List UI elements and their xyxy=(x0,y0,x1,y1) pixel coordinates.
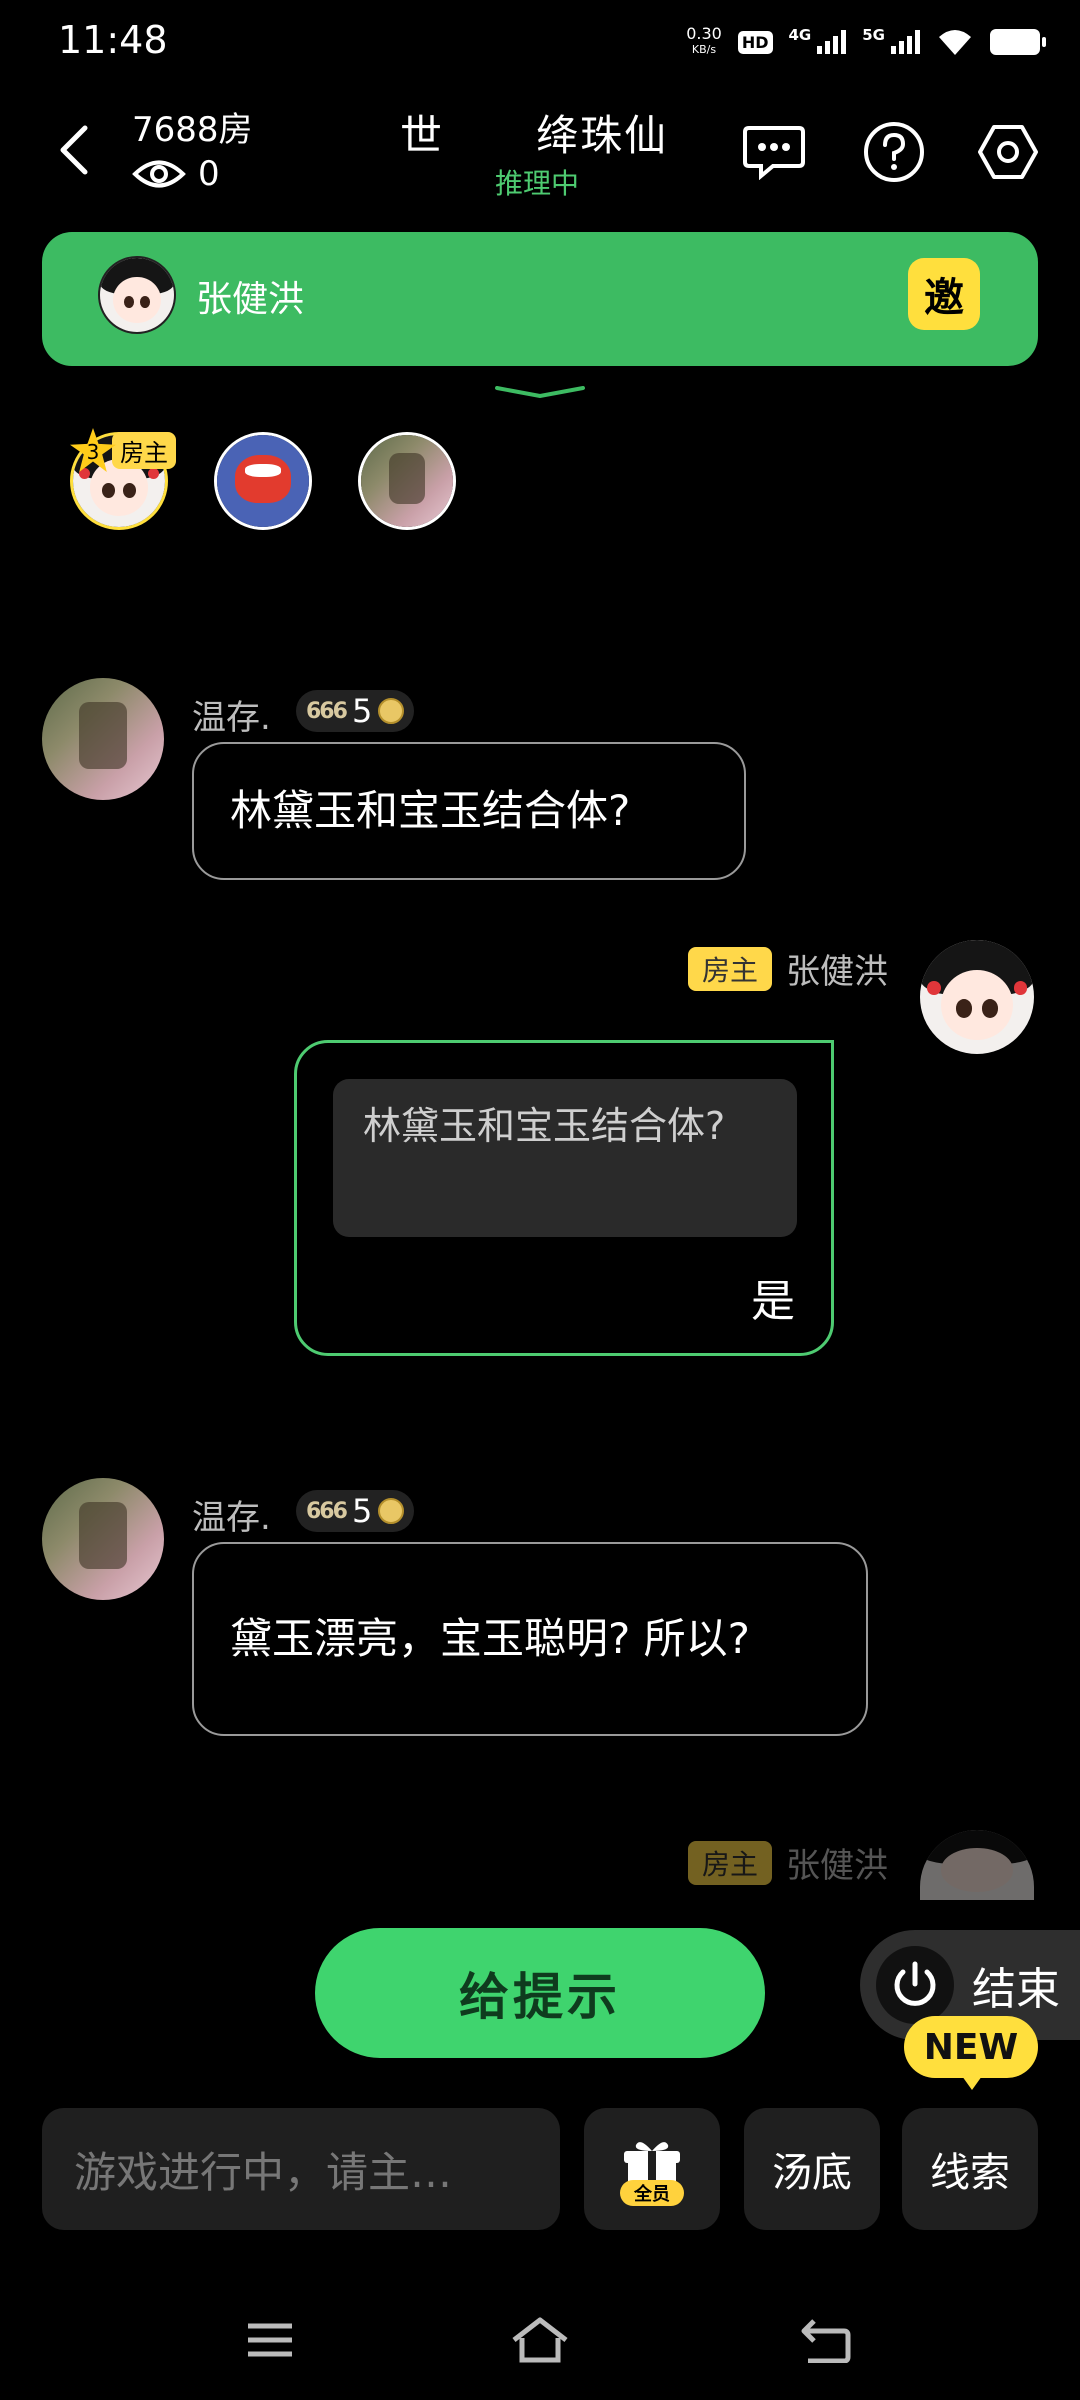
host-tag: 房主 xyxy=(687,1840,772,1885)
answer-card: 林黛玉和宝玉结合体? 是 xyxy=(294,1040,834,1356)
host-avatar[interactable] xyxy=(98,256,176,334)
sim1-label: 4G xyxy=(788,26,812,44)
clue-button[interactable]: 线索 xyxy=(902,2108,1038,2230)
settings-button[interactable] xyxy=(976,120,1040,184)
menu-button[interactable] xyxy=(240,2310,300,2370)
soup-answer-button[interactable]: 汤底 xyxy=(744,2108,880,2230)
hint-button[interactable]: 给提示 xyxy=(315,1928,765,2058)
net-speed-value: 0.30 xyxy=(686,24,722,43)
level-rings-icon: 666 xyxy=(306,1498,348,1524)
power-icon xyxy=(876,1946,954,2024)
home-button[interactable] xyxy=(510,2310,570,2370)
help-button[interactable] xyxy=(862,120,926,184)
status-time: 11:48 xyxy=(58,18,168,62)
eye-icon xyxy=(132,160,186,188)
signal-icon xyxy=(817,30,847,54)
quoted-question: 林黛玉和宝玉结合体? xyxy=(333,1079,797,1237)
chat-bubble-icon xyxy=(743,126,805,180)
home-icon xyxy=(512,2317,568,2363)
status-icons: 0.30 KB/s HD 4G 5G xyxy=(686,22,1046,62)
level-number: 5 xyxy=(351,692,373,730)
level-number: 5 xyxy=(351,1492,373,1530)
help-icon xyxy=(864,122,924,182)
net-speed-unit: KB/s xyxy=(691,43,717,56)
back-button[interactable] xyxy=(48,120,98,180)
sender-name: 张健洪 xyxy=(786,1846,888,1886)
back-arrow-icon xyxy=(801,2319,851,2363)
host-name: 张健洪 xyxy=(196,279,305,320)
host-name-row: 房主 张健洪 xyxy=(687,944,888,993)
system-nav-bar xyxy=(0,2280,1080,2400)
hd-icon: HD xyxy=(737,30,773,54)
message-input[interactable]: 游戏进行中，请主… xyxy=(42,2108,560,2230)
sender-name: 张健洪 xyxy=(786,952,888,992)
host-tag: 房主 xyxy=(687,946,772,991)
room-header: 7688房 0 世 绛珠仙 推理中 xyxy=(0,90,1080,210)
chat-button[interactable] xyxy=(742,120,806,184)
host-banner: 张健洪 邀 xyxy=(42,232,1038,366)
level-badge: 666 5 xyxy=(296,690,415,732)
sender-avatar[interactable] xyxy=(42,678,164,800)
invite-button[interactable]: 邀 xyxy=(908,258,980,330)
sender-name: 温存. xyxy=(192,1498,271,1538)
viewer-count: 0 xyxy=(198,154,220,194)
answer-text: 是 xyxy=(751,1276,795,1327)
collapse-handle[interactable] xyxy=(495,386,585,398)
sim2-label: 5G xyxy=(862,26,885,44)
gift-tag: 全员 xyxy=(620,2180,684,2206)
chat-bubble: 黛玉漂亮，宝玉聪明? 所以? xyxy=(192,1542,868,1736)
level-rings-icon: 666 xyxy=(306,698,348,724)
net-speed: 0.30 KB/s xyxy=(686,26,722,58)
seat-player-avatar[interactable] xyxy=(358,432,456,530)
host-avatar xyxy=(920,1830,1034,1900)
sender-avatar[interactable] xyxy=(42,1478,164,1600)
viewer-counter: 0 xyxy=(132,154,220,194)
back-icon xyxy=(60,125,88,175)
back-nav-button[interactable] xyxy=(796,2310,856,2370)
coin-icon xyxy=(378,1498,405,1524)
room-number: 7688房 xyxy=(132,110,253,150)
sender-name: 温存. xyxy=(192,698,271,738)
host-tag: 房主 xyxy=(112,431,176,469)
battery-icon xyxy=(990,29,1046,55)
chat-bubble: 林黛玉和宝玉结合体? xyxy=(192,742,746,880)
end-label: 结束 xyxy=(972,1964,1060,2015)
page-title: 世 绛珠仙 xyxy=(400,111,669,160)
host-name-row: 房主 张健洪 xyxy=(687,1838,888,1887)
gift-button[interactable]: 全员 xyxy=(584,2108,720,2230)
settings-icon xyxy=(978,125,1038,179)
new-badge: NEW xyxy=(904,2016,1038,2090)
seat-player-avatar[interactable] xyxy=(214,432,312,530)
level-star-icon: 3 xyxy=(70,428,116,472)
menu-icon xyxy=(248,2323,292,2357)
level-badge: 666 5 xyxy=(296,1490,415,1532)
coin-icon xyxy=(378,698,405,724)
host-level-badge: 3 房主 xyxy=(70,428,176,472)
game-status: 推理中 xyxy=(495,167,580,200)
host-avatar[interactable] xyxy=(920,940,1034,1054)
wifi-icon xyxy=(939,30,971,55)
signal-icon xyxy=(891,30,920,54)
status-bar: 11:48 0.30 KB/s HD 4G 5G xyxy=(0,0,1080,80)
